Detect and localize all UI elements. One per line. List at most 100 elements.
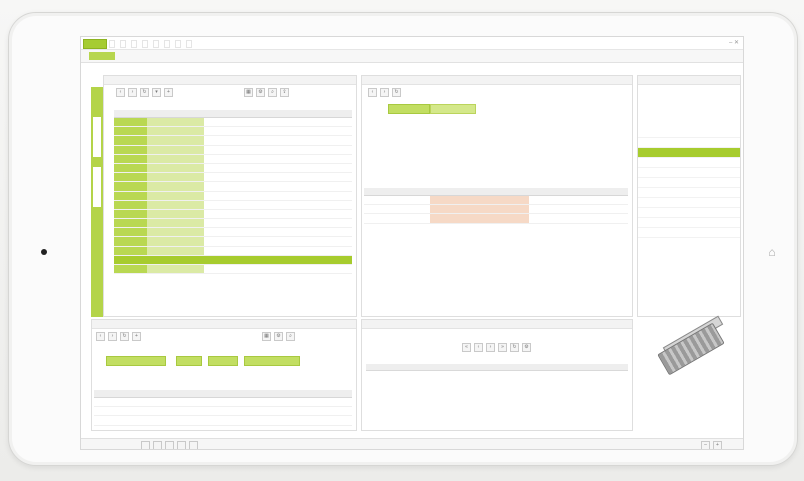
table-cell[interactable] — [114, 154, 148, 164]
table-cell[interactable] — [147, 126, 204, 137]
menu-item[interactable] — [131, 40, 137, 48]
table-row[interactable] — [114, 154, 352, 164]
table-cell[interactable] — [203, 154, 243, 164]
table-cell[interactable] — [204, 415, 242, 426]
table-row[interactable] — [114, 126, 352, 137]
table-cell[interactable] — [324, 200, 352, 210]
table-cell[interactable] — [242, 181, 325, 192]
table-cell[interactable] — [324, 145, 352, 155]
table-cell[interactable] — [324, 246, 352, 256]
table-cell[interactable] — [204, 406, 242, 417]
table-cell[interactable] — [147, 181, 204, 192]
table-cell[interactable] — [203, 126, 243, 137]
table-cell[interactable] — [324, 135, 352, 146]
table-cell[interactable] — [203, 246, 243, 256]
last-icon[interactable]: » — [498, 342, 507, 352]
table-row[interactable] — [94, 406, 352, 417]
status-icon[interactable] — [189, 440, 198, 449]
table-cell[interactable] — [324, 191, 352, 201]
status-icon[interactable] — [177, 440, 186, 449]
table-cell[interactable] — [147, 209, 204, 220]
table-cell[interactable] — [562, 195, 595, 206]
table-cell[interactable] — [595, 204, 628, 215]
table-cell[interactable] — [114, 209, 148, 220]
table-cell[interactable] — [242, 191, 325, 201]
table-cell[interactable] — [114, 163, 148, 174]
table-cell[interactable] — [147, 163, 204, 174]
table-row[interactable] — [114, 200, 352, 210]
sidebar-item[interactable] — [638, 178, 740, 188]
table-cell[interactable] — [529, 204, 562, 215]
table-cell[interactable] — [397, 195, 430, 206]
table-cell[interactable] — [130, 406, 168, 417]
table-cell[interactable] — [94, 397, 131, 408]
column-header[interactable] — [315, 390, 352, 398]
table-cell[interactable] — [324, 227, 352, 238]
table-cell[interactable] — [364, 213, 397, 224]
table-cell[interactable] — [114, 218, 148, 229]
table-cell[interactable] — [147, 246, 204, 256]
search-icon[interactable]: ⌕ — [286, 331, 295, 341]
table-cell[interactable] — [242, 126, 325, 137]
back-icon[interactable]: ‹ — [116, 87, 125, 97]
forward-icon[interactable]: › — [486, 342, 495, 352]
table-cell[interactable] — [241, 397, 279, 408]
table-row[interactable] — [114, 246, 352, 256]
table-cell[interactable] — [324, 236, 352, 247]
table-cell[interactable] — [147, 264, 204, 275]
sidebar-item[interactable] — [638, 168, 740, 178]
table-cell[interactable] — [496, 195, 529, 206]
table-row[interactable] — [114, 218, 352, 229]
table-cell[interactable] — [430, 195, 463, 206]
table-cell[interactable] — [324, 181, 352, 192]
column-header[interactable] — [496, 188, 529, 196]
table-row[interactable] — [114, 227, 352, 238]
first-icon[interactable]: « — [462, 342, 471, 352]
table-cell[interactable] — [242, 145, 325, 155]
table-row[interactable] — [114, 145, 352, 155]
column-header[interactable] — [529, 188, 562, 196]
back-icon[interactable]: ‹ — [96, 331, 105, 341]
table-cell[interactable] — [242, 218, 325, 229]
table-row[interactable] — [114, 209, 352, 220]
table-cell[interactable] — [241, 406, 279, 417]
table-cell[interactable] — [242, 246, 325, 256]
table-cell[interactable] — [324, 172, 352, 183]
table-cell[interactable] — [114, 191, 148, 201]
table-cell[interactable] — [278, 415, 316, 426]
column-header[interactable] — [364, 188, 397, 196]
menu-item[interactable] — [109, 40, 115, 48]
table-row[interactable] — [94, 415, 352, 426]
column-header[interactable] — [397, 188, 430, 196]
app-menu-button[interactable] — [83, 39, 107, 49]
table-cell[interactable] — [242, 135, 325, 146]
table-cell[interactable] — [324, 154, 352, 164]
sidebar-item[interactable] — [638, 218, 740, 228]
table-cell[interactable] — [147, 135, 204, 146]
refresh-icon[interactable]: ↻ — [140, 87, 149, 97]
sidebar-item[interactable] — [638, 128, 740, 138]
table-cell[interactable] — [496, 204, 529, 215]
table-cell[interactable] — [242, 255, 325, 266]
menu-item[interactable] — [186, 40, 192, 48]
menu-item[interactable] — [120, 40, 126, 48]
table-cell[interactable] — [130, 415, 168, 426]
table-cell[interactable] — [147, 145, 204, 155]
table-cell[interactable] — [463, 213, 496, 224]
table-cell[interactable] — [130, 397, 168, 408]
table-cell[interactable] — [203, 209, 243, 220]
table-cell[interactable] — [147, 218, 204, 229]
table-cell[interactable] — [203, 264, 243, 275]
filter-chip[interactable] — [106, 356, 166, 366]
sidebar-item[interactable] — [638, 228, 740, 238]
back-icon[interactable]: ‹ — [368, 87, 377, 97]
active-tab[interactable] — [388, 104, 430, 114]
table-row[interactable] — [114, 172, 352, 183]
table-cell[interactable] — [203, 117, 243, 128]
table-cell[interactable] — [463, 204, 496, 215]
table-cell[interactable] — [430, 204, 463, 215]
ribbon-active-tab[interactable] — [89, 52, 115, 60]
status-icon[interactable] — [165, 440, 174, 449]
settings-icon[interactable]: ⚙ — [256, 87, 265, 97]
table-cell[interactable] — [203, 227, 243, 238]
